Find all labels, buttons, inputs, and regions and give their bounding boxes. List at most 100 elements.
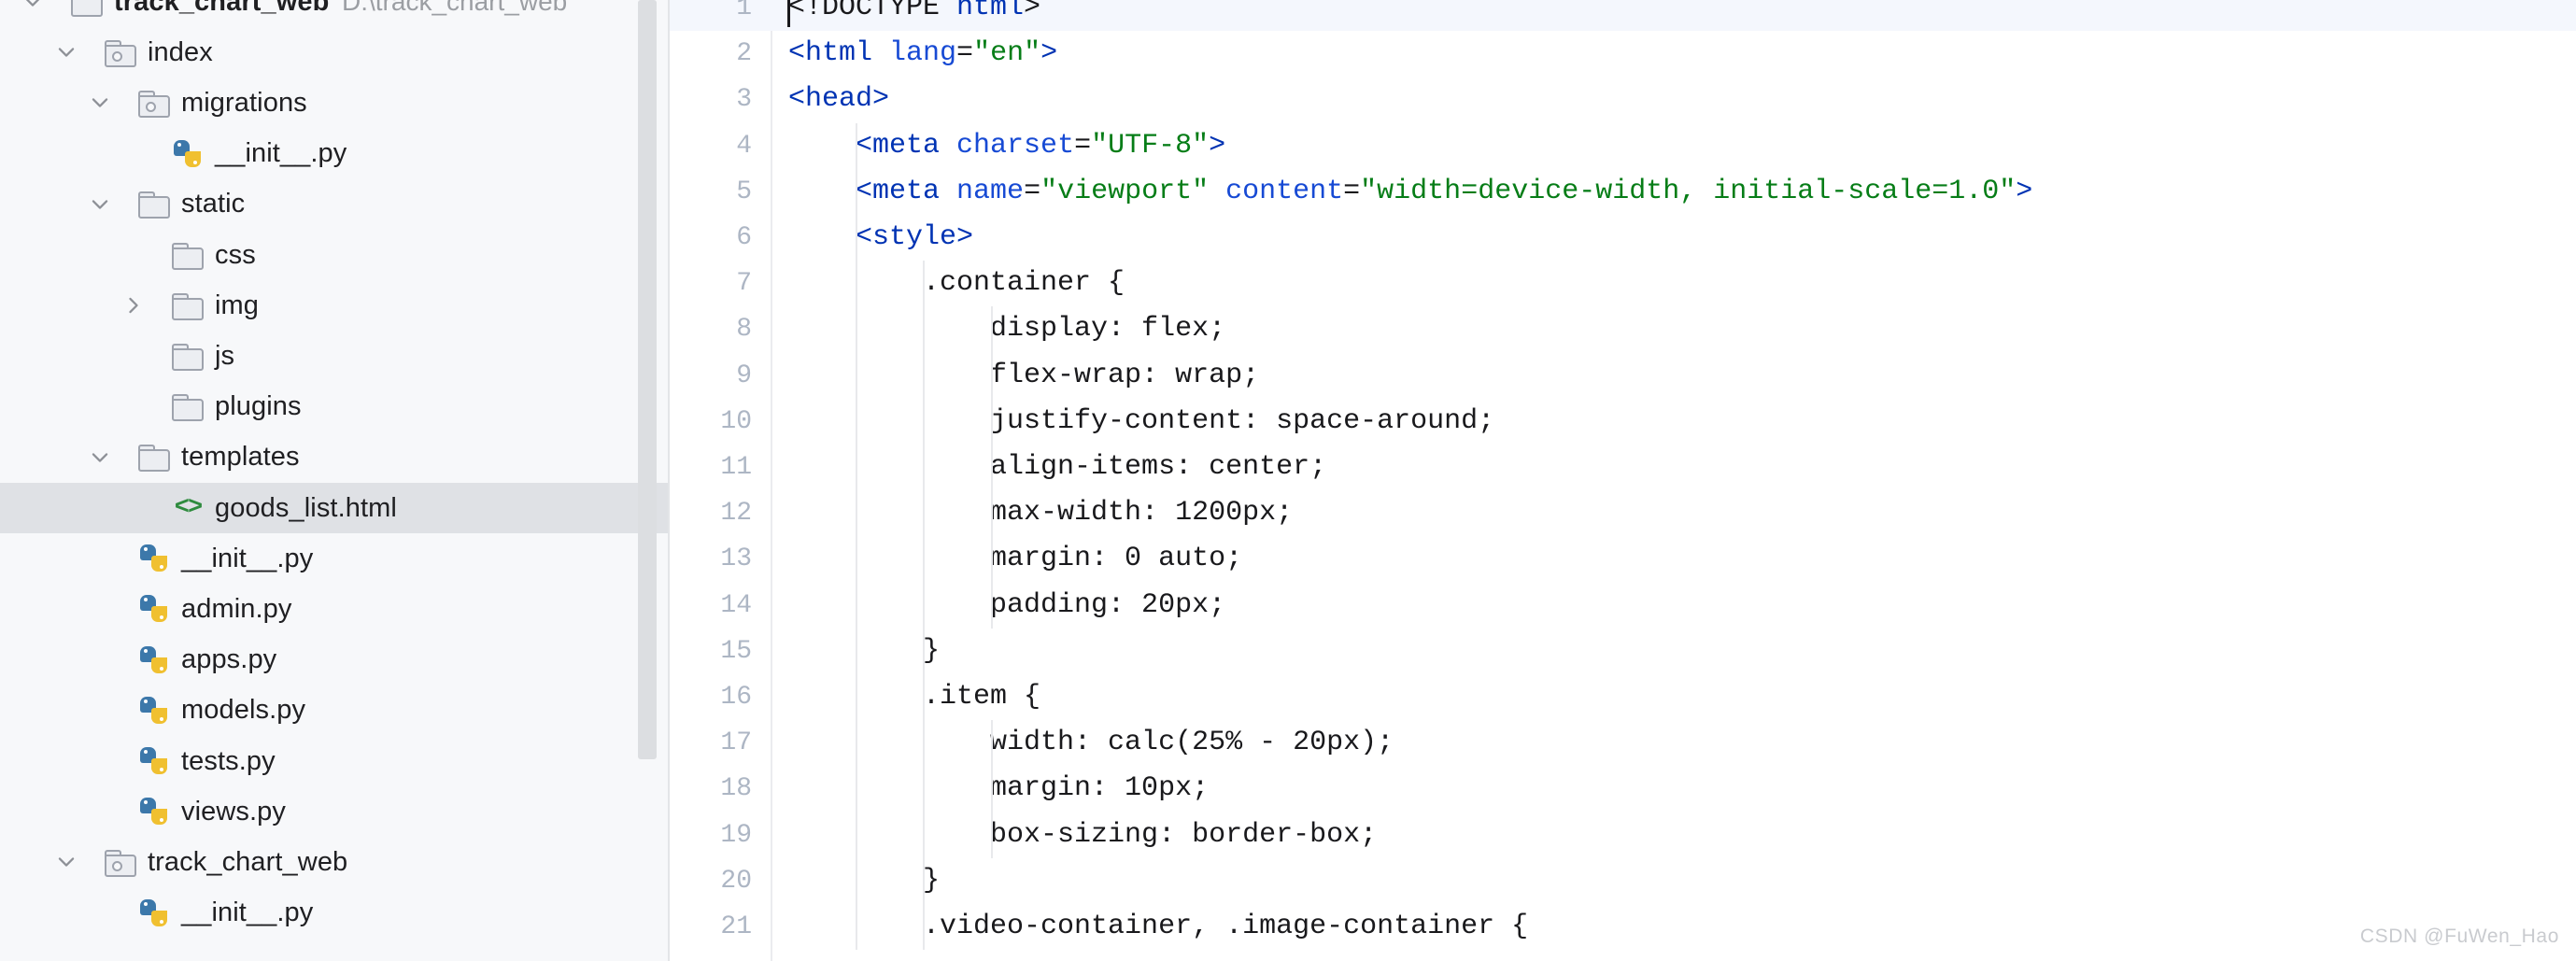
tree-row[interactable]: css xyxy=(0,230,670,280)
code-text[interactable]: max-width: 1200px; xyxy=(788,490,1293,536)
code-line[interactable]: 3 <head> xyxy=(670,77,2576,122)
project-tool-window[interactable]: track_chart_web D:\track_chart_web index mi… xyxy=(0,0,670,961)
tree-row[interactable]: models.py xyxy=(0,685,670,736)
tree-row-icon xyxy=(105,846,136,878)
line-number[interactable]: 9 xyxy=(670,353,752,399)
tree-row[interactable]: __init__.py xyxy=(0,533,670,584)
code-text[interactable]: <meta name="viewport" content="width=dev… xyxy=(788,169,2032,215)
code-line[interactable]: 8 display: flex; xyxy=(670,306,2576,352)
code-line[interactable]: 1 <!DOCTYPE html> xyxy=(670,0,2576,32)
code-line[interactable]: 15 } xyxy=(670,629,2576,674)
chevron-down-icon[interactable] xyxy=(21,0,45,14)
code-line[interactable]: 20 } xyxy=(670,858,2576,904)
project-tree-scrollbar[interactable] xyxy=(638,0,657,961)
code-token-tag: <meta xyxy=(856,175,957,207)
code-line[interactable]: 14 padding: 20px; xyxy=(670,583,2576,629)
code-text[interactable]: } xyxy=(788,629,940,674)
tree-row[interactable]: tests.py xyxy=(0,736,670,786)
line-number[interactable]: 4 xyxy=(670,123,752,169)
line-number[interactable]: 8 xyxy=(670,306,752,352)
code-line[interactable]: 12 max-width: 1200px; xyxy=(670,490,2576,536)
tree-row[interactable]: admin.py xyxy=(0,584,670,634)
code-editor[interactable]: 1 <!DOCTYPE html> 2 <html lang="en"> 3 <head>… xyxy=(670,0,2576,961)
line-number[interactable]: 7 xyxy=(670,261,752,306)
code-line[interactable]: 2 <html lang="en"> xyxy=(670,31,2576,77)
code-text[interactable]: <meta charset="UTF-8"> xyxy=(788,123,1225,169)
code-text[interactable]: .video-container, .image-container { xyxy=(788,904,1528,950)
line-number[interactable]: 2 xyxy=(670,31,752,77)
chevron-down-icon[interactable] xyxy=(88,91,112,115)
tree-row[interactable]: <> goods_list.html xyxy=(0,483,670,534)
tree-row[interactable]: views.py xyxy=(0,786,670,837)
code-line[interactable]: 7 .container { xyxy=(670,261,2576,306)
line-number[interactable]: 5 xyxy=(670,169,752,215)
code-line[interactable]: 18 margin: 10px; xyxy=(670,766,2576,812)
code-line[interactable]: 21 .video-container, .image-container { xyxy=(670,904,2576,950)
tree-row[interactable]: templates xyxy=(0,432,670,483)
code-text[interactable]: .item { xyxy=(788,674,1040,720)
tree-row[interactable]: plugins xyxy=(0,382,670,432)
code-token-tag: > xyxy=(1209,129,1226,162)
line-number[interactable]: 6 xyxy=(670,215,752,261)
code-text[interactable]: .container { xyxy=(788,261,1125,306)
code-text[interactable]: display: flex; xyxy=(788,306,1225,352)
code-line[interactable]: 11 align-items: center; xyxy=(670,445,2576,490)
code-line[interactable]: 17 width: calc(25% - 20px); xyxy=(670,720,2576,766)
line-number[interactable]: 13 xyxy=(670,536,752,582)
code-token-plain: justify-content: space-around; xyxy=(788,404,1495,437)
code-text[interactable]: <!DOCTYPE html> xyxy=(788,0,1040,31)
code-line[interactable]: 4 <meta charset="UTF-8"> xyxy=(670,123,2576,169)
tree-row[interactable]: img xyxy=(0,280,670,331)
code-line[interactable]: 6 <style> xyxy=(670,215,2576,261)
code-line[interactable]: 19 box-sizing: border-box; xyxy=(670,813,2576,858)
line-number[interactable]: 17 xyxy=(670,720,752,766)
line-number[interactable]: 21 xyxy=(670,904,752,950)
code-text[interactable]: align-items: center; xyxy=(788,445,1326,490)
code-line[interactable]: 13 margin: 0 auto; xyxy=(670,536,2576,582)
code-text[interactable]: <html lang="en"> xyxy=(788,31,1057,77)
chevron-right-icon[interactable] xyxy=(121,293,146,318)
code-line[interactable]: 16 .item { xyxy=(670,674,2576,720)
line-number[interactable]: 20 xyxy=(670,858,752,904)
code-text[interactable]: flex-wrap: wrap; xyxy=(788,353,1259,399)
line-number[interactable]: 15 xyxy=(670,629,752,674)
code-text[interactable]: <style> xyxy=(788,215,973,261)
tree-row[interactable]: __init__.py xyxy=(0,888,670,939)
line-number[interactable]: 14 xyxy=(670,583,752,629)
tree-row[interactable]: track_chart_web xyxy=(0,837,670,887)
code-text[interactable]: padding: 20px; xyxy=(788,583,1225,629)
line-number[interactable]: 16 xyxy=(670,674,752,720)
tree-row-icon xyxy=(138,593,170,625)
line-number[interactable]: 1 xyxy=(670,0,752,31)
tree-row[interactable]: static xyxy=(0,179,670,230)
tree-row-label: __init__.py xyxy=(181,897,314,928)
tree-row[interactable]: track_chart_web D:\track_chart_web xyxy=(0,0,670,27)
code-line[interactable]: 9 flex-wrap: wrap; xyxy=(670,353,2576,399)
tree-row[interactable]: index xyxy=(0,27,670,78)
code-line[interactable]: 5 <meta name="viewport" content="width=d… xyxy=(670,169,2576,215)
code-text[interactable]: margin: 10px; xyxy=(788,766,1209,812)
tree-row[interactable]: js xyxy=(0,331,670,381)
indent-guide xyxy=(923,261,926,951)
tree-row[interactable]: migrations xyxy=(0,78,670,128)
code-text[interactable]: } xyxy=(788,858,940,904)
line-number[interactable]: 3 xyxy=(670,77,752,122)
code-text[interactable]: justify-content: space-around; xyxy=(788,399,1494,445)
line-number[interactable]: 19 xyxy=(670,813,752,858)
code-text[interactable]: <head> xyxy=(788,77,889,122)
line-number[interactable]: 10 xyxy=(670,399,752,445)
tree-row[interactable]: __init__.py xyxy=(0,129,670,179)
line-number[interactable]: 11 xyxy=(670,445,752,490)
chevron-down-icon[interactable] xyxy=(54,850,78,874)
code-text[interactable]: box-sizing: border-box; xyxy=(788,813,1377,858)
project-tree-scrollbar-thumb[interactable] xyxy=(638,0,657,759)
chevron-down-icon[interactable] xyxy=(88,445,112,470)
chevron-down-icon[interactable] xyxy=(54,40,78,64)
tree-row[interactable]: apps.py xyxy=(0,635,670,685)
code-text[interactable]: width: calc(25% - 20px); xyxy=(788,720,1394,766)
line-number[interactable]: 18 xyxy=(670,766,752,812)
python-file-icon xyxy=(139,898,169,928)
code-line[interactable]: 10 justify-content: space-around; xyxy=(670,399,2576,445)
chevron-down-icon[interactable] xyxy=(88,192,112,217)
line-number[interactable]: 12 xyxy=(670,490,752,536)
